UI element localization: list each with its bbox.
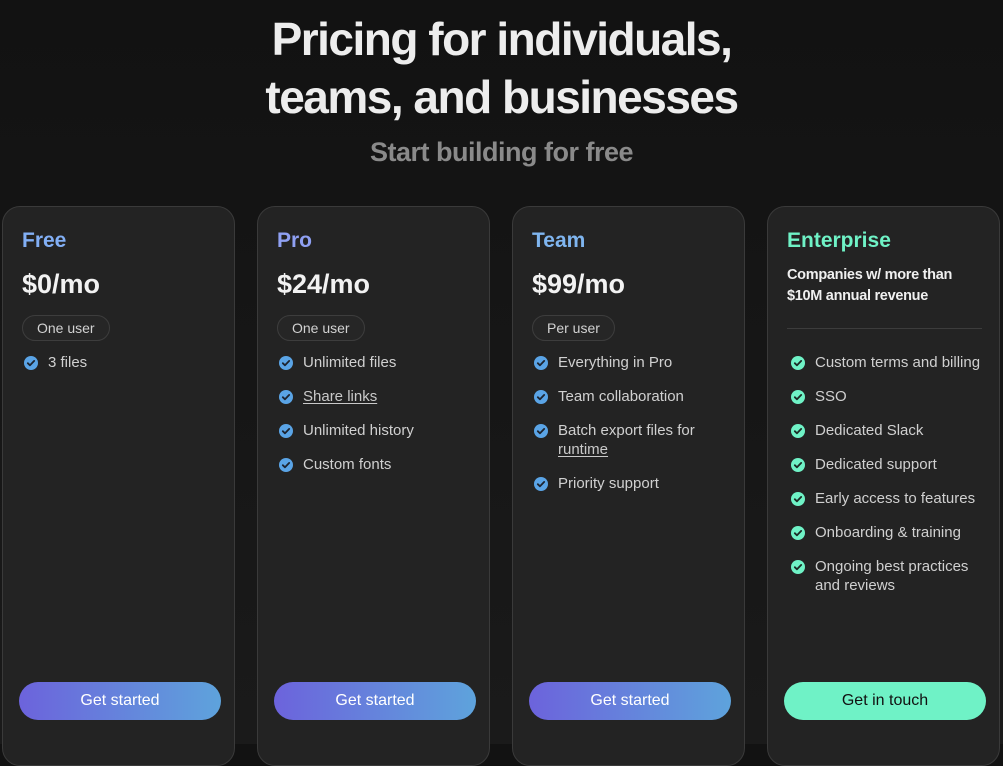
feature-list: Unlimited files Share links Unlimited hi… — [279, 353, 479, 489]
feature-item: Custom terms and billing — [791, 353, 991, 372]
check-circle-icon — [534, 390, 548, 404]
plan-seat-badge: One user — [22, 315, 110, 341]
get-started-button[interactable]: Get started — [19, 682, 221, 720]
plan-name: Team — [532, 229, 586, 252]
check-circle-icon — [791, 492, 805, 506]
plan-card-free: Free $0/mo One user 3 files Get started — [2, 206, 235, 766]
check-circle-icon — [279, 424, 293, 438]
feature-label: Onboarding & training — [815, 524, 961, 541]
page-title-line-2: teams, and businesses — [265, 71, 739, 123]
check-circle-icon — [534, 477, 548, 491]
feature-item: SSO — [791, 387, 991, 406]
plan-seat-badge: One user — [277, 315, 365, 341]
feature-label: Batch export files for — [558, 422, 695, 439]
feature-item: Priority support — [534, 474, 734, 493]
feature-item: Unlimited history — [279, 421, 479, 440]
pricing-hero: Pricing for individuals, teams, and busi… — [0, 0, 1003, 170]
feature-label: SSO — [815, 388, 847, 405]
get-in-touch-button[interactable]: Get in touch — [784, 682, 986, 720]
feature-label: Unlimited files — [303, 354, 397, 371]
get-started-button[interactable]: Get started — [274, 682, 476, 720]
feature-label: Custom terms and billing — [815, 354, 981, 371]
feature-list: Everything in Pro Team collaboration Bat… — [534, 353, 734, 508]
check-circle-icon — [791, 356, 805, 370]
feature-label: Ongoing best practices and reviews — [815, 558, 969, 594]
feature-label: 3 files — [48, 354, 88, 371]
share-links-link[interactable]: Share links — [303, 388, 377, 405]
check-circle-icon — [279, 356, 293, 370]
feature-item: Team collaboration — [534, 387, 734, 406]
check-circle-icon — [791, 560, 805, 574]
feature-item: Batch export files for runtime — [534, 421, 734, 459]
feature-item: Dedicated support — [791, 455, 991, 474]
page-subtitle: Start building for free — [369, 137, 634, 167]
plan-card-pro: Pro $24/mo One user Unlimited files Shar… — [257, 206, 490, 766]
check-circle-icon — [279, 458, 293, 472]
plan-name: Pro — [277, 229, 313, 252]
plan-price: $24/mo — [277, 269, 371, 299]
feature-list: 3 files — [24, 353, 224, 387]
feature-label: Dedicated support — [815, 456, 937, 473]
feature-item: Custom fonts — [279, 455, 479, 474]
check-circle-icon — [24, 356, 38, 370]
plan-description: Companies w/ more than $10M annual reven… — [787, 267, 953, 304]
get-started-button[interactable]: Get started — [529, 682, 731, 720]
feature-label: Priority support — [558, 475, 659, 492]
page-title-line-1: Pricing for individuals, — [271, 13, 733, 65]
feature-label: Custom fonts — [303, 456, 392, 473]
feature-item: Everything in Pro — [534, 353, 734, 372]
feature-item: Early access to features — [791, 489, 991, 508]
plan-price: $0/mo — [22, 269, 101, 299]
feature-label: Everything in Pro — [558, 354, 673, 371]
page-title: Pricing for individuals, teams, and busi… — [0, 0, 1003, 126]
feature-label: Unlimited history — [303, 422, 414, 439]
check-circle-icon — [791, 390, 805, 404]
feature-item: Dedicated Slack — [791, 421, 991, 440]
feature-item: Ongoing best practices and reviews — [791, 557, 991, 595]
divider — [787, 328, 982, 329]
check-circle-icon — [279, 390, 293, 404]
plan-price: $99/mo — [532, 269, 626, 299]
feature-item: 3 files — [24, 353, 224, 372]
feature-item: Onboarding & training — [791, 523, 991, 542]
feature-label: Early access to features — [815, 490, 976, 507]
plan-name: Enterprise — [787, 229, 891, 252]
feature-item: Unlimited files — [279, 353, 479, 372]
check-circle-icon — [791, 526, 805, 540]
check-circle-icon — [534, 424, 548, 438]
check-circle-icon — [791, 424, 805, 438]
plan-card-team: Team $99/mo Per user Everything in Pro T… — [512, 206, 745, 766]
plan-name: Free — [22, 229, 67, 252]
plan-card-enterprise: Enterprise Companies w/ more than $10M a… — [767, 206, 1000, 766]
check-circle-icon — [534, 356, 548, 370]
runtime-link[interactable]: runtime — [558, 441, 608, 458]
check-circle-icon — [791, 458, 805, 472]
feature-label: Dedicated Slack — [815, 422, 924, 439]
feature-label: Team collaboration — [558, 388, 684, 405]
feature-item: Share links — [279, 387, 479, 406]
plan-seat-badge: Per user — [532, 315, 615, 341]
feature-list: Custom terms and billing SSO Dedicated S… — [791, 353, 991, 610]
